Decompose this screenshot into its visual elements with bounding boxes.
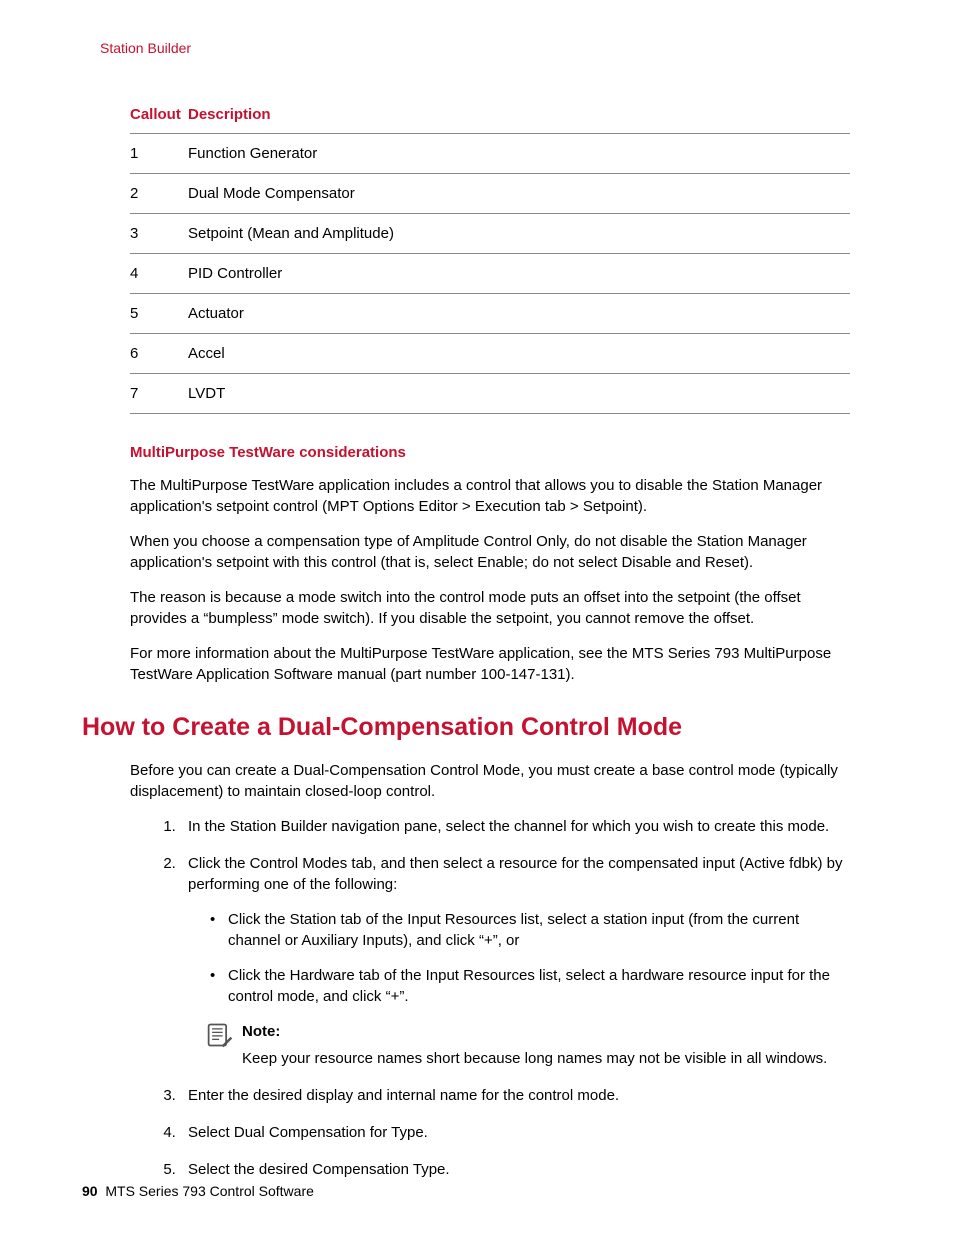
cell-description: LVDT xyxy=(188,374,850,414)
note-block: Note: Keep your resource names short bec… xyxy=(206,1021,854,1069)
table-row: 1Function Generator xyxy=(130,134,850,174)
paragraph: The MultiPurpose TestWare application in… xyxy=(130,475,854,517)
table-row: 2Dual Mode Compensator xyxy=(130,174,850,214)
footer-title: MTS Series 793 Control Software xyxy=(105,1183,314,1199)
subheading-testware: MultiPurpose TestWare considerations xyxy=(130,444,854,461)
table-row: 3Setpoint (Mean and Amplitude) xyxy=(130,214,850,254)
callout-table: Callout Description 1Function Generator … xyxy=(130,96,854,414)
page-footer: 90 MTS Series 793 Control Software xyxy=(82,1183,314,1199)
table-row: 5Actuator xyxy=(130,294,850,334)
note-icon xyxy=(206,1021,234,1049)
cell-callout: 3 xyxy=(130,214,188,254)
note-label: Note: xyxy=(242,1021,854,1042)
cell-description: Accel xyxy=(188,334,850,374)
paragraph: For more information about the MultiPurp… xyxy=(130,643,854,685)
cell-callout: 1 xyxy=(130,134,188,174)
th-description: Description xyxy=(188,96,850,134)
cell-callout: 5 xyxy=(130,294,188,334)
steps-list: In the Station Builder navigation pane, … xyxy=(160,816,854,1180)
intro-paragraph: Before you can create a Dual-Compensatio… xyxy=(130,760,854,802)
bullet-item: Click the Station tab of the Input Resou… xyxy=(206,909,854,951)
cell-description: Setpoint (Mean and Amplitude) xyxy=(188,214,850,254)
step-item: In the Station Builder navigation pane, … xyxy=(180,816,854,837)
paragraph: When you choose a compensation type of A… xyxy=(130,531,854,573)
step-item: Enter the desired display and internal n… xyxy=(180,1085,854,1106)
step-item: Click the Control Modes tab, and then se… xyxy=(180,853,854,1069)
cell-description: Dual Mode Compensator xyxy=(188,174,850,214)
cell-callout: 2 xyxy=(130,174,188,214)
note-text: Keep your resource names short because l… xyxy=(242,1050,827,1067)
cell-description: PID Controller xyxy=(188,254,850,294)
cell-description: Function Generator xyxy=(188,134,850,174)
table-row: 4PID Controller xyxy=(130,254,850,294)
section-title: How to Create a Dual-Compensation Contro… xyxy=(82,713,854,742)
bullet-item: Click the Hardware tab of the Input Reso… xyxy=(206,965,854,1007)
cell-callout: 4 xyxy=(130,254,188,294)
step-item: Select the desired Compensation Type. xyxy=(180,1159,854,1180)
cell-description: Actuator xyxy=(188,294,850,334)
sub-bullets: Click the Station tab of the Input Resou… xyxy=(206,909,854,1007)
cell-callout: 6 xyxy=(130,334,188,374)
breadcrumb: Station Builder xyxy=(100,40,854,56)
th-callout: Callout xyxy=(130,96,188,134)
table-row: 6Accel xyxy=(130,334,850,374)
page-number: 90 xyxy=(82,1183,98,1199)
step-item: Select Dual Compensation for Type. xyxy=(180,1122,854,1143)
cell-callout: 7 xyxy=(130,374,188,414)
table-row: 7LVDT xyxy=(130,374,850,414)
paragraph: The reason is because a mode switch into… xyxy=(130,587,854,629)
step-text: Click the Control Modes tab, and then se… xyxy=(188,855,843,893)
